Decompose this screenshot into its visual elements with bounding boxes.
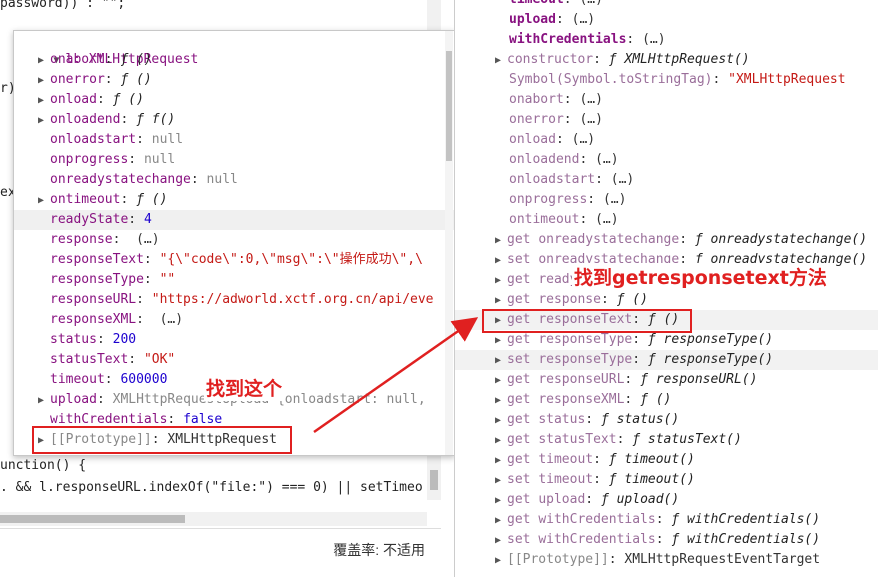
- annotation-arrow: [313, 317, 479, 434]
